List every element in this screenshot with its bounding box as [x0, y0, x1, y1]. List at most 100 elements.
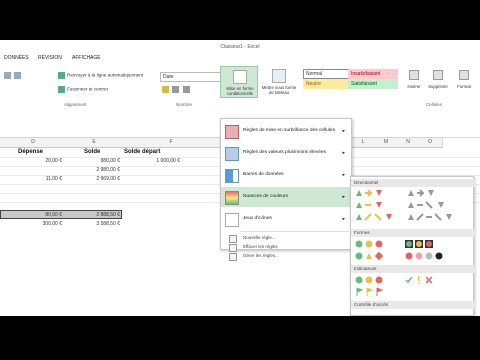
delete-button[interactable]: Supprimer — [425, 68, 451, 98]
arrow-set-4-gray[interactable] — [408, 201, 444, 209]
traffic-lights-rimmed[interactable] — [405, 240, 433, 248]
number-format-select[interactable]: Date — [160, 72, 222, 82]
insert-label: Insérer — [407, 84, 421, 89]
menu-manage-rules-label: Gérer les règles... — [243, 253, 279, 258]
style-normal[interactable]: Normal — [303, 69, 353, 79]
cell-e[interactable]: 2 980,00 € — [66, 166, 120, 175]
insert-icon — [409, 70, 419, 80]
excel-window: Classeur1 - Excel DONNÉES RÉVISION AFFIC… — [0, 40, 480, 316]
format-label: Format — [457, 84, 471, 89]
indicators-icon-grid[interactable] — [353, 275, 473, 299]
cells-group-label: Cellules — [426, 102, 443, 107]
arrow-set-5-gray[interactable] — [408, 213, 452, 221]
column-header-e[interactable]: E — [66, 138, 123, 148]
data-bars-icon — [225, 169, 239, 183]
merge-center-button[interactable]: Fusionner et centrer — [58, 86, 108, 93]
menu-divider — [241, 231, 349, 232]
menu-color-scales[interactable]: Nuances de couleurs ▸ — [221, 187, 351, 207]
menu-icon-sets[interactable]: Jeux d'icônes ▸ — [221, 209, 351, 229]
submenu-arrow-icon: ▸ — [342, 150, 345, 156]
percent-icon — [172, 86, 180, 93]
align-buttons[interactable] — [4, 72, 23, 79]
section-shapes: Formes — [351, 229, 476, 237]
menu-data-bars-label: Barres de données — [243, 172, 284, 177]
arrow-set-4-colored[interactable] — [356, 213, 392, 221]
style-good[interactable]: Satisfaisant — [348, 79, 398, 89]
highlight-rules-icon — [225, 125, 239, 139]
menu-top-bottom-label: Règles des valeurs plus/moins élevées — [243, 150, 326, 155]
indent-icon — [14, 72, 22, 79]
header-solde-depart[interactable]: Solde départ — [124, 148, 160, 157]
menu-top-bottom-rules[interactable]: Règles des valeurs plus/moins élevées ▸ — [221, 143, 351, 163]
menu-highlight-rules[interactable]: Règles de mise en surbrillance des cellu… — [221, 121, 351, 141]
cell-e[interactable]: 2 888,50 € — [66, 211, 120, 220]
signs-3[interactable] — [355, 251, 384, 261]
conditional-format-label: Mise en forme conditionnelle — [226, 86, 254, 96]
window-title: Classeur1 - Excel — [220, 44, 260, 50]
cell-d[interactable]: 80,50 € — [0, 211, 62, 220]
column-header-o[interactable]: O — [418, 138, 443, 148]
wrap-text-button[interactable]: Renvoyer à la ligne automatiquement — [58, 72, 143, 79]
top-bottom-icon — [225, 147, 239, 161]
conditional-format-menu: Règles de mise en surbrillance des cellu… — [220, 118, 352, 261]
submenu-arrow-icon: ▸ — [342, 194, 345, 200]
arrow-set-3-colored[interactable] — [356, 189, 382, 197]
format-button[interactable]: Format — [452, 68, 476, 98]
column-header-f[interactable]: F — [122, 138, 221, 148]
traffic-lights-3[interactable] — [355, 240, 383, 248]
submenu-arrow-icon: ▸ — [342, 128, 345, 134]
submenu-arrow-icon: ▸ — [342, 216, 345, 222]
menu-highlight-rules-label: Règles de mise en surbrillance des cellu… — [243, 128, 335, 133]
comma-icon — [182, 86, 190, 93]
wrap-text-label: Renvoyer à la ligne automatiquement — [67, 72, 144, 78]
format-table-label: Mettre sous forme de tableau — [261, 85, 297, 95]
tab-affichage[interactable]: AFFICHAGE — [72, 55, 101, 61]
cell-e[interactable]: 980,00 € — [66, 157, 120, 166]
symbols-circled[interactable] — [355, 276, 383, 284]
section-directional: Directionnel — [351, 179, 476, 187]
number-format-value: Date — [163, 74, 174, 80]
header-depense[interactable]: Dépense — [18, 148, 43, 157]
flags-3[interactable] — [356, 287, 384, 296]
insert-button[interactable]: Insérer — [404, 68, 424, 98]
symbols-uncircled[interactable] — [405, 276, 433, 284]
alignment-group-label: Alignement — [64, 102, 87, 107]
number-format-buttons[interactable] — [162, 86, 192, 93]
arrow-set-3-gray[interactable] — [408, 189, 434, 197]
cell-d[interactable]: 300,00 € — [0, 220, 62, 229]
tab-donnees[interactable]: DONNÉES — [4, 55, 29, 61]
cell-d[interactable]: 20,00 € — [0, 157, 62, 166]
currency-icon — [162, 86, 169, 93]
merge-icon — [58, 86, 65, 93]
conditional-format-button[interactable]: Mise en forme conditionnelle — [220, 66, 258, 98]
style-neutral[interactable]: Neutre — [303, 79, 353, 89]
format-table-button[interactable]: Mettre sous forme de tableau — [260, 66, 298, 98]
merge-center-label: Fusionner et centrer — [67, 86, 109, 92]
format-icon — [459, 70, 469, 80]
shapes-icon-grid[interactable] — [353, 239, 473, 263]
cell-d[interactable]: 11,00 € — [0, 175, 62, 184]
section-ratings: Contrôle d'accès — [351, 301, 476, 309]
format-table-icon — [272, 69, 286, 83]
color-scales-icon — [225, 191, 239, 205]
conditional-format-icon — [233, 70, 247, 84]
column-header-d[interactable]: D — [0, 138, 67, 148]
column-header-n[interactable]: N — [398, 138, 419, 148]
icon-sets-icon — [225, 213, 239, 227]
column-header-l[interactable]: L — [352, 138, 375, 148]
tab-revision[interactable]: RÉVISION — [38, 55, 62, 61]
traffic-lights-4[interactable] — [405, 252, 443, 260]
cell-d[interactable] — [0, 166, 62, 175]
menu-data-bars[interactable]: Barres de données ▸ — [221, 165, 351, 185]
directional-icon-grid[interactable] — [353, 188, 473, 224]
cell-e[interactable]: 2 969,00 € — [66, 175, 120, 184]
triangles-3[interactable] — [356, 202, 382, 208]
delete-label: Supprimer — [428, 84, 448, 89]
cell-e[interactable]: 3 588,50 € — [66, 220, 120, 229]
number-group-label: Nombre — [176, 102, 193, 107]
cell-f[interactable]: 1 000,00 € — [124, 157, 180, 166]
style-bad[interactable]: Insatisfaisant — [348, 69, 398, 79]
column-header-m[interactable]: M — [374, 138, 399, 148]
menu-manage-rules[interactable]: Gérer les règles... — [221, 251, 351, 261]
header-solde[interactable]: Solde — [84, 148, 100, 157]
